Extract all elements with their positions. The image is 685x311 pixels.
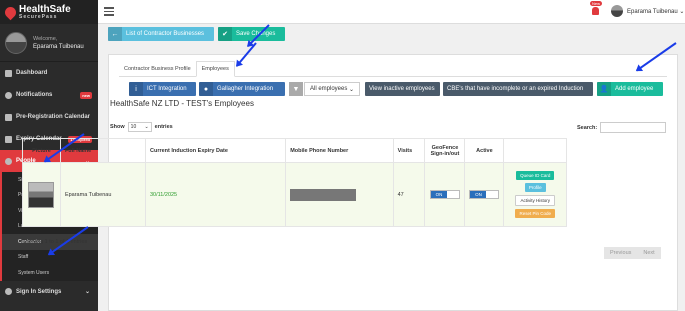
button-label: ICT Integration [147, 86, 187, 92]
activity-history-button[interactable]: Activity History [515, 195, 555, 206]
calendar-icon [5, 135, 12, 143]
active-cell: ON [464, 162, 505, 227]
sidebar-item-notifications[interactable]: Notifications new [0, 84, 98, 106]
welcome-text: Welcome, [33, 35, 58, 42]
cbe-incomplete-button[interactable]: CBE's that have incomplete or an expired… [443, 82, 593, 96]
filter-icon[interactable]: ▼ [289, 82, 303, 96]
column-header[interactable]: Active [464, 138, 505, 163]
view-inactive-button[interactable]: View inactive employees [365, 82, 440, 96]
filter-value: All employees [310, 86, 348, 92]
logo-subtitle: SecurePass [19, 13, 58, 20]
profile-button[interactable]: Profile [524, 183, 546, 192]
bell-icon [5, 91, 12, 99]
sidebar-item-sign-in-settings[interactable]: Sign In Settings ⌄ [0, 281, 98, 303]
table-row: Eparama Tuibenau 30/11/2025 47 ON ON Que… [22, 162, 567, 227]
heart-logo-icon [2, 4, 19, 20]
gallagher-integration-button[interactable]: ● Gallagher Integration [199, 82, 285, 96]
user-plus-icon: 👤 [597, 82, 611, 96]
column-header [503, 138, 567, 163]
pagination: Previous Next [604, 247, 661, 259]
profile-card: Welcome, Eparama Tuibenau [0, 24, 98, 62]
reset-pin-code-button[interactable]: Reset Pin Code [515, 209, 555, 218]
topbar: New Eparama Tuibenau ⌄ [98, 0, 685, 24]
user-name: Eparama Tuibenau [627, 9, 678, 15]
entries-select[interactable]: 10 ⌄ [127, 122, 152, 132]
toggle-state: ON [470, 191, 487, 198]
search-area: Search: [577, 122, 667, 133]
show-entries: Show 10 ⌄ entries [110, 122, 173, 132]
list-contractors-button[interactable]: ← List of Contractor Businesses [108, 27, 214, 41]
logo-title: HealthSafe [19, 3, 71, 15]
dashboard-icon [5, 69, 12, 77]
full-name-cell: Eparama Tuibenau [59, 162, 147, 227]
chevron-down-icon: ⌄ [144, 124, 149, 130]
column-header[interactable]: Current Induction Expiry Date [144, 138, 287, 163]
add-employee-button[interactable]: 👤 Add employee [597, 82, 663, 96]
employees-table: Picture Full Name Current Induction Expi… [22, 138, 567, 227]
button-label: Gallagher Integration [217, 86, 274, 92]
tab-employees[interactable]: Employees [195, 61, 235, 77]
table-header-row: Picture Full Name Current Induction Expi… [22, 138, 567, 163]
phone-cell [285, 162, 394, 227]
gear-icon [5, 288, 12, 295]
visits-cell: 47 [392, 162, 426, 227]
column-header[interactable]: Mobile Phone Number [285, 138, 394, 163]
button-label: View inactive employees [369, 86, 435, 92]
previous-button[interactable]: Previous [604, 250, 637, 256]
column-header[interactable]: GeoFence Sign-in/out [424, 138, 466, 163]
search-input[interactable] [600, 122, 667, 133]
geofence-toggle[interactable]: ON [429, 190, 460, 199]
geofence-cell: ON [424, 162, 466, 227]
new-badge: new [80, 91, 92, 99]
sidebar-item-pre-registration-calendar[interactable]: Pre-Registration Calendar [0, 106, 98, 128]
calendar-icon [5, 113, 12, 121]
arrow-left-icon: ← [108, 27, 122, 41]
sidebar-item-label: Notifications [16, 92, 53, 98]
tab-bar: Contractor Business Profile Employees [119, 61, 235, 77]
profile-name: Eparama Tuibenau [33, 43, 84, 50]
notification-new-badge: New [590, 1, 603, 6]
active-toggle[interactable]: ON [469, 190, 500, 199]
redacted-phone [290, 188, 357, 201]
actions-cell: Queue ID Card Profile Activity History R… [503, 162, 567, 227]
people-icon [5, 157, 12, 165]
toggle-state: ON [430, 191, 447, 198]
check-icon: ✔ [218, 27, 232, 41]
ict-integration-button[interactable]: i ICT Integration [129, 82, 196, 96]
save-changes-button[interactable]: ✔ Save Changes [218, 27, 285, 41]
tab-contractor-business-profile[interactable]: Contractor Business Profile [119, 61, 196, 77]
sidebar-item-label: Pre-Registration Calendar [16, 114, 91, 120]
page-title: HealthSafe NZ LTD - TEST's Employees [110, 99, 254, 108]
employee-photo [28, 181, 55, 208]
chevron-down-icon: ⌄ [84, 289, 90, 295]
search-label: Search: [577, 124, 598, 131]
entries-value: 10 [130, 124, 137, 130]
avatar [5, 31, 27, 54]
submenu-system-users[interactable]: System Users [2, 265, 98, 281]
table-info: Showing 1 to 1 of 1 entries [22, 239, 88, 245]
employee-filter-select[interactable]: All employees ⌄ [304, 82, 360, 96]
button-label: Add employee [615, 86, 654, 92]
queue-id-card-button[interactable]: Queue ID Card [516, 171, 555, 180]
sidebar-item-dashboard[interactable]: Dashboard [0, 62, 98, 84]
logo[interactable]: HealthSafe SecurePass [0, 0, 98, 24]
info-icon: i [129, 82, 143, 96]
user-menu[interactable]: Eparama Tuibenau ⌄ [627, 8, 684, 15]
picture-cell [22, 162, 61, 227]
expiry-cell: 30/11/2025 [144, 162, 287, 227]
entries-label: entries [154, 124, 173, 130]
show-label: Show [110, 124, 125, 130]
button-label: List of Contractor Businesses [126, 31, 205, 37]
hamburger-menu-icon[interactable] [104, 7, 114, 18]
sidebar-item-label: Dashboard [16, 70, 48, 76]
column-header[interactable]: Visits [392, 138, 426, 163]
next-button[interactable]: Next [637, 250, 660, 256]
bell-icon[interactable] [592, 7, 599, 15]
circle-icon: ● [199, 82, 213, 96]
chevron-down-icon: ⌄ [348, 86, 354, 93]
button-label: CBE's that have incomplete or an expired… [447, 86, 584, 92]
sidebar-item-label: Sign In Settings [16, 288, 62, 295]
avatar[interactable] [611, 5, 623, 17]
